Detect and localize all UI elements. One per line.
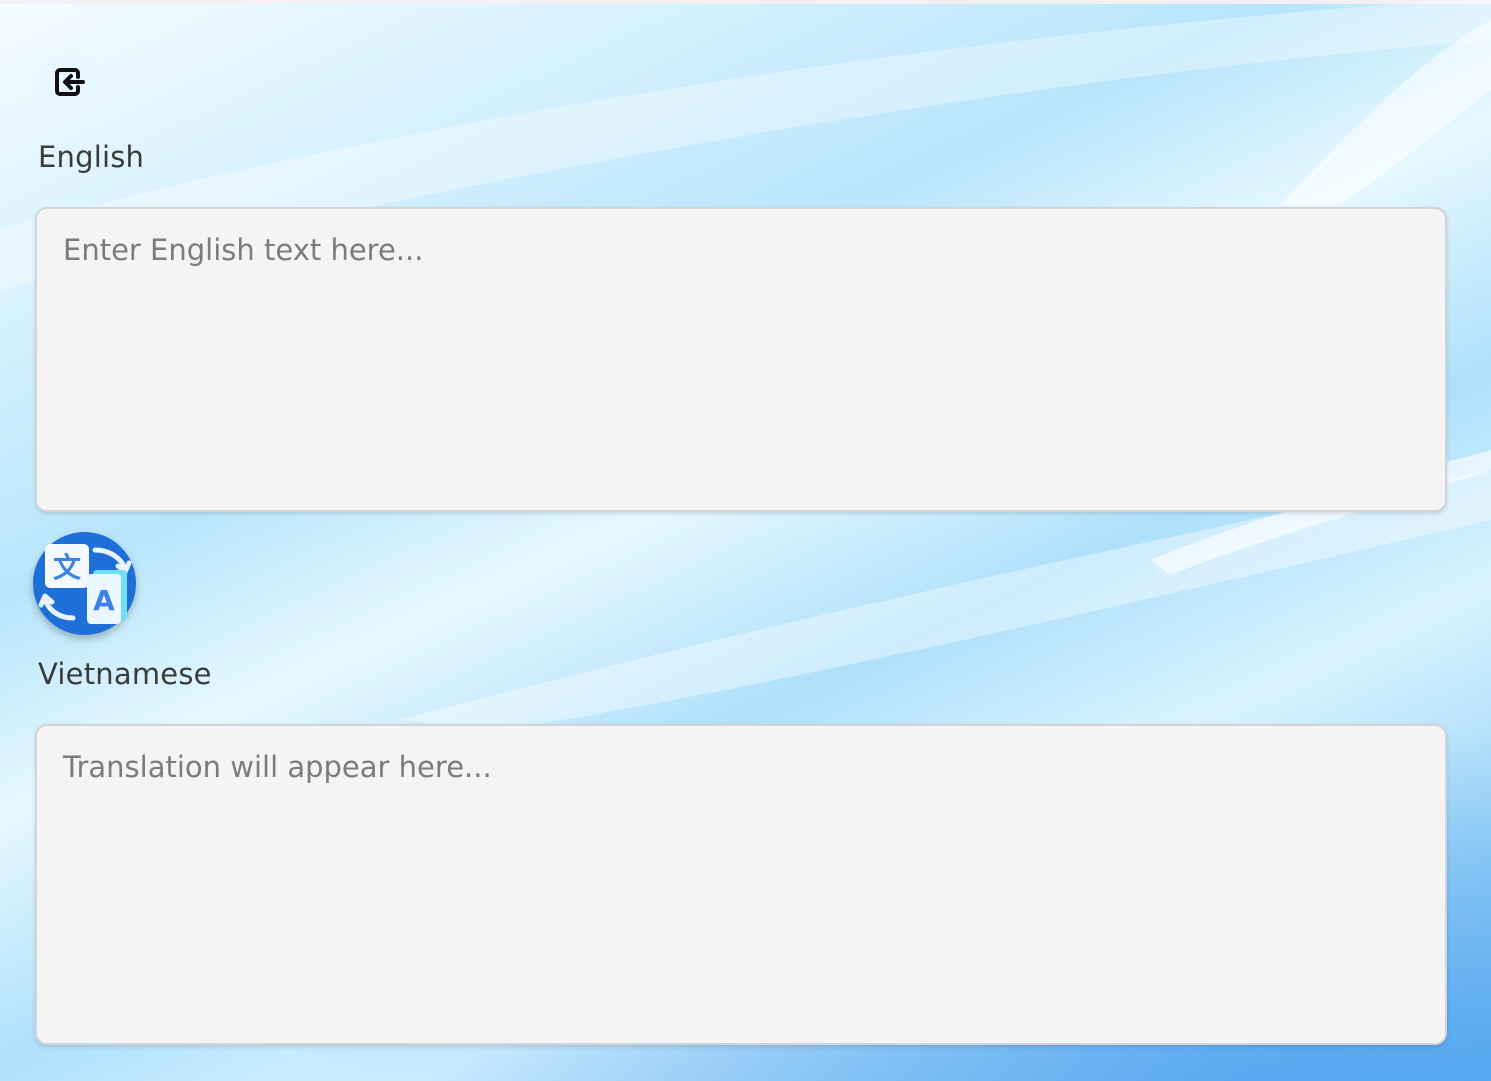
exit-icon [55,68,85,96]
translation-output[interactable] [35,724,1447,1045]
exit-button[interactable] [38,50,102,114]
target-glyph: A [93,584,115,617]
source-text-input[interactable] [35,207,1447,512]
source-language-label: English [38,140,145,174]
translate-icon: 文 A [38,544,132,624]
source-glyph: 文 [53,551,81,584]
translate-button[interactable]: 文 A [33,532,136,635]
target-language-label: Vietnamese [38,657,212,691]
window-top-strip [0,0,1491,4]
